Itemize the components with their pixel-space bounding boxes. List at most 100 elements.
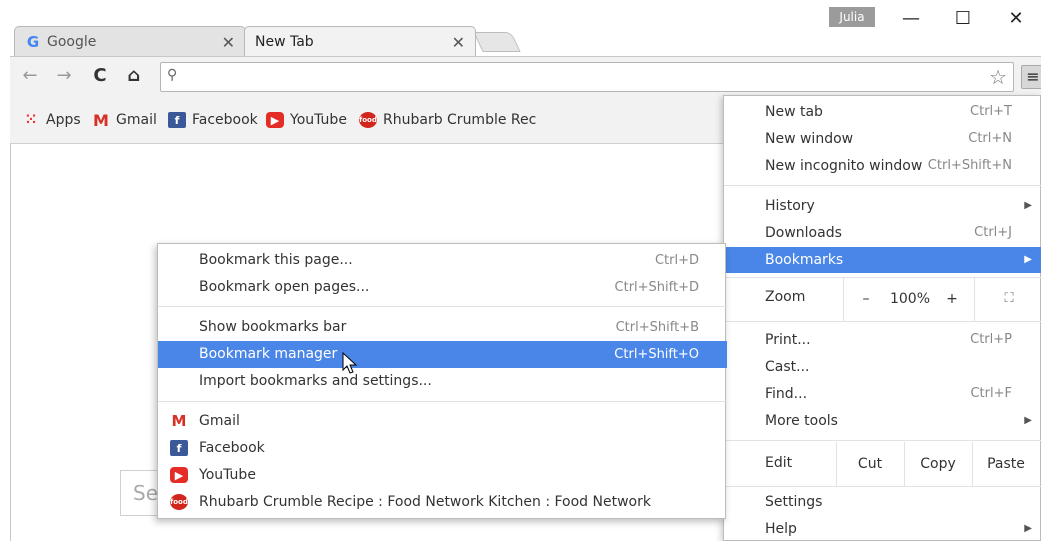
bookmark-apps[interactable]: ⁙ Apps bbox=[22, 112, 81, 128]
submenu-arrow-icon: ▶ bbox=[1024, 415, 1032, 426]
shortcut: Ctrl+Shift+B bbox=[615, 320, 699, 335]
menu-new-tab[interactable]: New tab Ctrl+T bbox=[724, 99, 1041, 125]
menu-label: Bookmark this page... bbox=[199, 252, 353, 268]
menu-label: Find... bbox=[765, 386, 808, 402]
shortcut: Ctrl+Shift+D bbox=[614, 280, 699, 295]
menu-more-tools[interactable]: More tools ▶ bbox=[724, 408, 1041, 434]
back-icon[interactable]: ← bbox=[18, 65, 42, 86]
zoom-out-button[interactable]: – bbox=[854, 277, 878, 321]
youtube-icon: ▶ bbox=[266, 112, 284, 128]
new-tab-button[interactable] bbox=[473, 32, 521, 52]
submenu-bookmark-manager[interactable]: Bookmark manager Ctrl+Shift+O bbox=[158, 341, 727, 368]
google-g-icon: G bbox=[26, 32, 40, 51]
chrome-menu-button[interactable]: ≡ bbox=[1021, 65, 1041, 89]
menu-label: Bookmark open pages... bbox=[199, 279, 370, 295]
bookmark-label: Facebook bbox=[192, 112, 258, 128]
toolbar: ← → C ⌂ ⚲ ☆ ≡ bbox=[10, 56, 1041, 98]
menu-label: Gmail bbox=[199, 413, 240, 429]
edit-label: Edit bbox=[765, 455, 793, 471]
bookmark-rhubarb[interactable]: food Rhubarb Crumble Rec bbox=[359, 112, 536, 128]
menu-new-window[interactable]: New window Ctrl+N bbox=[724, 126, 1041, 152]
submenu-item-youtube[interactable]: ▶ YouTube bbox=[158, 462, 727, 489]
star-icon[interactable]: ☆ bbox=[989, 65, 1007, 89]
shortcut: Ctrl+J bbox=[974, 225, 1012, 240]
menu-settings[interactable]: Settings bbox=[724, 489, 1041, 515]
submenu-item-rhubarb[interactable]: food Rhubarb Crumble Recipe : Food Netwo… bbox=[158, 489, 727, 516]
menu-label: Facebook bbox=[199, 440, 265, 456]
menu-label: Cast... bbox=[765, 359, 810, 375]
menu-label: Help bbox=[765, 521, 797, 537]
close-tab-icon[interactable]: ✕ bbox=[222, 33, 235, 52]
shortcut: Ctrl+P bbox=[970, 332, 1012, 347]
divider bbox=[974, 277, 975, 321]
minimize-button[interactable]: — bbox=[896, 8, 926, 29]
shortcut: Ctrl+N bbox=[968, 131, 1012, 146]
fullscreen-icon[interactable]: ⛶ bbox=[984, 277, 1034, 321]
maximize-button[interactable]: ☐ bbox=[948, 8, 978, 29]
bookmark-label: Apps bbox=[46, 112, 81, 128]
separator bbox=[158, 401, 727, 402]
submenu-import-bookmarks[interactable]: Import bookmarks and settings... bbox=[158, 368, 727, 395]
submenu-bookmark-page[interactable]: Bookmark this page... Ctrl+D bbox=[158, 247, 727, 274]
shortcut: Ctrl+Shift+O bbox=[614, 347, 699, 362]
shortcut: Ctrl+T bbox=[970, 104, 1012, 119]
close-window-button[interactable]: ✕ bbox=[1001, 8, 1031, 29]
bookmark-label: Rhubarb Crumble Rec bbox=[383, 112, 537, 128]
bookmarks-submenu: Bookmark this page... Ctrl+D Bookmark op… bbox=[157, 243, 727, 519]
menu-cast[interactable]: Cast... bbox=[724, 354, 1041, 380]
zoom-level: 100% bbox=[889, 291, 931, 307]
facebook-icon: f bbox=[168, 112, 186, 128]
zoom-label: Zoom bbox=[765, 289, 806, 305]
bookmark-gmail[interactable]: M Gmail bbox=[92, 110, 157, 130]
gmail-icon: M bbox=[93, 110, 109, 130]
menu-bookmarks[interactable]: Bookmarks ▶ bbox=[724, 247, 1041, 273]
menu-history[interactable]: History ▶ bbox=[724, 193, 1041, 219]
separator bbox=[724, 321, 1041, 322]
menu-help[interactable]: Help ▶ bbox=[724, 516, 1041, 541]
menu-label: YouTube bbox=[199, 467, 256, 483]
menu-print[interactable]: Print... Ctrl+P bbox=[724, 327, 1041, 353]
submenu-arrow-icon: ▶ bbox=[1024, 200, 1032, 211]
submenu-item-facebook[interactable]: f Facebook bbox=[158, 435, 727, 462]
gmail-icon: M bbox=[171, 411, 187, 430]
paste-button[interactable]: Paste bbox=[973, 442, 1039, 486]
zoom-in-button[interactable]: + bbox=[940, 277, 964, 321]
menu-label: Bookmark manager bbox=[199, 346, 338, 362]
cut-button[interactable]: Cut bbox=[837, 442, 903, 486]
shortcut: Ctrl+Shift+N bbox=[927, 158, 1012, 173]
menu-label: Settings bbox=[765, 494, 823, 510]
bookmark-youtube[interactable]: ▶ YouTube bbox=[266, 112, 347, 128]
menu-new-incognito[interactable]: New incognito window Ctrl+Shift+N bbox=[724, 153, 1041, 179]
menu-find[interactable]: Find... Ctrl+F bbox=[724, 381, 1041, 407]
omnibox[interactable]: ⚲ ☆ bbox=[160, 62, 1014, 92]
tab-google[interactable]: G Google ✕ bbox=[14, 26, 246, 56]
facebook-icon: f bbox=[170, 440, 188, 456]
menu-downloads[interactable]: Downloads Ctrl+J bbox=[724, 220, 1041, 246]
menu-label: New tab bbox=[765, 104, 823, 120]
shortcut: Ctrl+D bbox=[654, 253, 699, 268]
menu-label: Downloads bbox=[765, 225, 842, 241]
tab-label: New Tab bbox=[255, 33, 314, 50]
chrome-main-menu: New tab Ctrl+T New window Ctrl+N New inc… bbox=[723, 95, 1041, 541]
submenu-show-bookmarks-bar[interactable]: Show bookmarks bar Ctrl+Shift+B bbox=[158, 314, 727, 341]
menu-label: New window bbox=[765, 131, 854, 147]
forward-icon[interactable]: → bbox=[52, 65, 76, 86]
home-icon[interactable]: ⌂ bbox=[122, 65, 146, 86]
youtube-icon: ▶ bbox=[170, 467, 188, 483]
food-network-icon: food bbox=[170, 494, 188, 510]
reload-icon[interactable]: C bbox=[88, 65, 112, 86]
menu-label: New incognito window bbox=[765, 158, 923, 174]
copy-button[interactable]: Copy bbox=[905, 442, 971, 486]
menu-label: Import bookmarks and settings... bbox=[199, 373, 432, 389]
tab-new-tab[interactable]: New Tab ✕ bbox=[244, 26, 476, 56]
menu-label: History bbox=[765, 198, 815, 214]
menu-label: Show bookmarks bar bbox=[199, 319, 347, 335]
menu-label: Bookmarks bbox=[765, 252, 844, 268]
profile-button[interactable]: Julia bbox=[829, 7, 875, 27]
submenu-bookmark-open-pages[interactable]: Bookmark open pages... Ctrl+Shift+D bbox=[158, 274, 727, 301]
bookmark-facebook[interactable]: f Facebook bbox=[168, 112, 258, 128]
close-tab-icon[interactable]: ✕ bbox=[452, 33, 465, 52]
submenu-item-gmail[interactable]: M Gmail bbox=[158, 408, 727, 435]
menu-label: Rhubarb Crumble Recipe : Food Network Ki… bbox=[199, 494, 651, 510]
bookmark-label: Gmail bbox=[116, 112, 157, 128]
